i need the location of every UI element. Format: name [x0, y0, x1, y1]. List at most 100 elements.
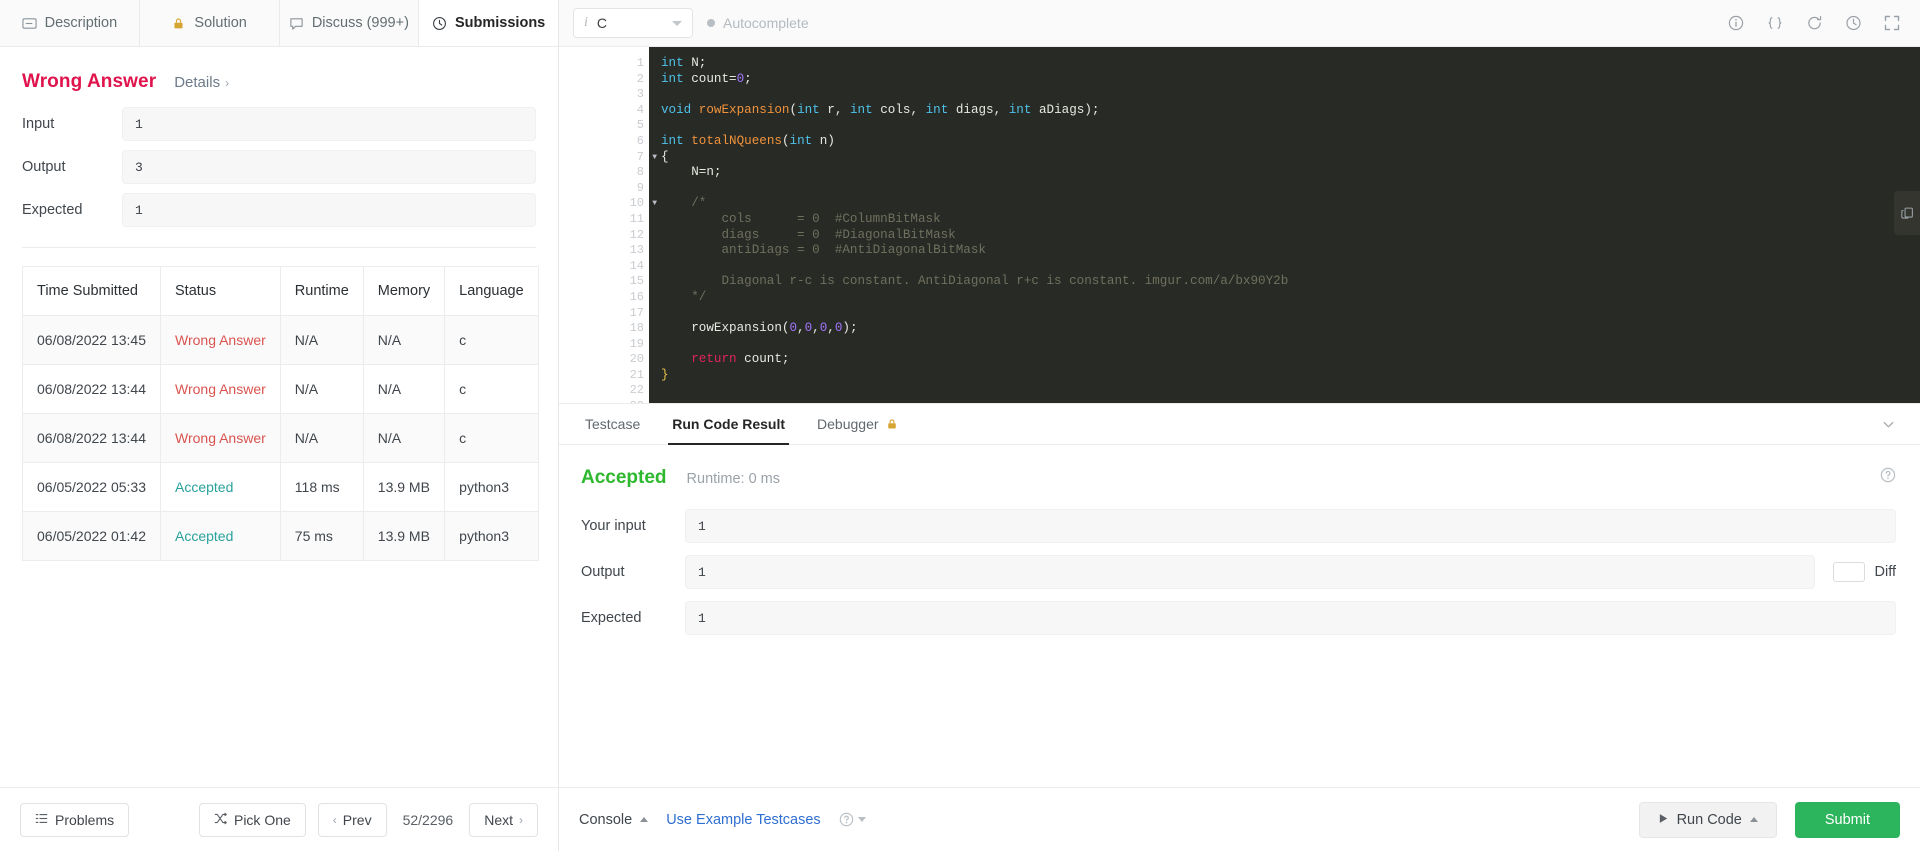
result-runtime: Runtime: 0 ms — [686, 471, 781, 487]
expected-value[interactable]: 1 — [122, 193, 536, 227]
code-line: cols = 0 #ColumnBitMask — [661, 212, 1920, 228]
fold-toggle-icon[interactable]: ▼ — [652, 150, 657, 166]
tab-discuss[interactable]: Discuss (999+) — [280, 0, 420, 46]
tab-submissions[interactable]: Submissions — [419, 0, 558, 46]
diff-switch[interactable] — [1832, 562, 1865, 582]
description-icon — [21, 16, 37, 31]
code-token: rowExpansion( — [661, 321, 790, 336]
chevron-right-icon: › — [519, 812, 523, 827]
code-token: N=n; — [661, 165, 722, 180]
table-row[interactable]: 06/05/2022 05:33 Accepted 118 ms 13.9 MB pyt… — [22, 462, 539, 512]
info-icon[interactable] — [1728, 15, 1744, 31]
submission-status[interactable]: Wrong Answer — [160, 364, 281, 414]
submissions-table-head: Time Submitted Status Runtime Memory Lan… — [22, 266, 539, 316]
tab-label: Testcase — [585, 416, 641, 432]
diff-toggle[interactable]: Diff — [1832, 562, 1896, 582]
code-token: totalNQueens — [691, 133, 782, 148]
line-number: 17 — [629, 305, 644, 320]
code-editor[interactable]: 1234567▼8910▼11121314151617181920212223 … — [559, 47, 1920, 403]
result-output-label: Output — [581, 564, 625, 580]
column-header-time[interactable]: Time Submitted — [22, 266, 161, 316]
line-number: 1 — [636, 56, 644, 70]
run-code-button[interactable]: Run Code — [1638, 801, 1777, 838]
reset-icon[interactable] — [1806, 15, 1823, 31]
console-button[interactable]: Console — [579, 812, 649, 828]
table-row[interactable]: 06/08/2022 13:44 Wrong Answer N/A N/A c — [22, 364, 539, 414]
input-row: Input 1 — [22, 107, 536, 141]
submission-status[interactable]: Wrong Answer — [160, 413, 281, 463]
column-header-language[interactable]: Language — [444, 266, 539, 316]
lock-icon — [886, 417, 898, 431]
line-number: 5 — [636, 118, 644, 133]
submission-time[interactable]: 06/08/2022 13:44 — [22, 364, 161, 414]
column-header-memory[interactable]: Memory — [362, 266, 446, 316]
submission-language: c — [444, 364, 539, 414]
table-row[interactable]: 06/08/2022 13:45 Wrong Answer N/A N/A c — [22, 315, 539, 365]
table-row[interactable]: 06/08/2022 13:44 Wrong Answer N/A N/A c — [22, 413, 539, 463]
submission-runtime: N/A — [279, 315, 364, 365]
submission-language: python3 — [444, 462, 539, 512]
output-value[interactable]: 3 — [122, 150, 536, 184]
details-link[interactable]: Details › — [174, 74, 229, 91]
code-token: } — [661, 367, 669, 382]
tab-solution[interactable]: Solution — [140, 0, 280, 46]
result-expected-label: Expected — [581, 610, 642, 626]
line-number: 3 — [636, 87, 644, 102]
page-count: 52/2296 — [402, 811, 454, 828]
tab-testcase[interactable]: Testcase — [569, 404, 656, 444]
language-select[interactable]: i C — [573, 8, 693, 38]
code-token: int — [661, 133, 684, 148]
prev-button[interactable]: ‹ Prev — [317, 802, 387, 837]
format-braces-icon[interactable] — [1766, 15, 1784, 31]
column-header-runtime[interactable]: Runtime — [279, 266, 364, 316]
submission-detail: Wrong Answer Details › Input 1 Output 3 … — [0, 47, 558, 787]
problems-button[interactable]: Problems — [20, 802, 130, 837]
language-info-icon: i — [584, 15, 588, 30]
comment-icon — [289, 16, 304, 31]
column-header-status[interactable]: Status — [160, 266, 281, 316]
submission-time[interactable]: 06/08/2022 13:44 — [22, 413, 161, 463]
tab-debugger[interactable]: Debugger — [801, 404, 914, 444]
submit-button[interactable]: Submit — [1794, 801, 1900, 838]
collapse-console-button[interactable] — [1881, 404, 1910, 444]
result-expected-value[interactable]: 1 — [685, 601, 1896, 635]
history-icon[interactable] — [1845, 15, 1862, 31]
output-row: Output 3 — [22, 150, 536, 184]
submission-time[interactable]: 06/05/2022 01:42 — [22, 511, 161, 561]
gutter-pad — [559, 47, 607, 403]
table-row[interactable]: 06/05/2022 01:42 Accepted 75 ms 13.9 MB pyth… — [22, 511, 539, 561]
submit-label: Submit — [1824, 811, 1870, 828]
fold-toggle-icon[interactable]: ▼ — [652, 196, 657, 212]
submission-status[interactable]: Accepted — [160, 462, 281, 512]
use-example-testcases-link[interactable]: Use Example Testcases — [666, 812, 820, 828]
submission-language: c — [444, 315, 539, 365]
code-content[interactable]: int N; int count=0; void rowExpansion(int… — [649, 47, 1920, 403]
console-tabbar: Testcase Run Code Result Debugger — [559, 403, 1920, 445]
line-number: 8 — [636, 165, 644, 180]
clock-icon — [432, 16, 447, 31]
copy-code-button[interactable] — [1894, 191, 1920, 235]
input-value[interactable]: 1 — [122, 107, 536, 141]
submission-time[interactable]: 06/08/2022 13:45 — [22, 315, 161, 365]
line-number: 16 — [629, 289, 644, 304]
autocomplete-toggle[interactable]: Autocomplete — [707, 15, 809, 31]
code-token: ( — [781, 133, 790, 148]
submission-time[interactable]: 06/05/2022 05:33 — [22, 462, 161, 512]
code-token: ; — [744, 71, 752, 86]
testcase-help-button[interactable] — [839, 812, 866, 827]
submission-status[interactable]: Accepted — [160, 511, 281, 561]
tab-description[interactable]: Description — [0, 0, 140, 46]
code-line: diags = 0 #DiagonalBitMask — [661, 228, 1920, 244]
next-button[interactable]: Next › — [469, 802, 538, 837]
your-input-value[interactable]: 1 — [685, 509, 1896, 543]
tab-run-code-result[interactable]: Run Code Result — [656, 404, 801, 445]
submission-status[interactable]: Wrong Answer — [160, 315, 281, 365]
pick-one-button[interactable]: Pick One — [198, 802, 306, 837]
code-token: int — [797, 102, 820, 117]
result-output-value[interactable]: 1 — [685, 555, 1815, 589]
fullscreen-icon[interactable] — [1884, 15, 1900, 31]
help-circle-icon[interactable] — [1880, 467, 1896, 488]
list-icon — [35, 812, 48, 828]
